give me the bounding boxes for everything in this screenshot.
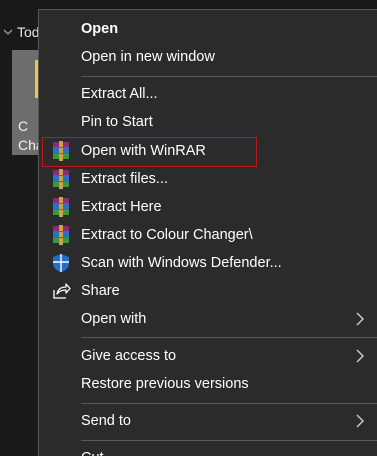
menu-item-label: Extract files...: [81, 171, 169, 187]
menu-item-label: Extract Here: [81, 199, 162, 215]
chevron-right-icon: [356, 349, 364, 363]
menu-item-extract-all[interactable]: Extract All...: [39, 80, 377, 108]
menu-separator: [81, 337, 377, 338]
menu-item-label: Cut: [81, 444, 104, 456]
menu-item-label: Restore previous versions: [81, 376, 249, 392]
menu-item-extract-here[interactable]: Extract Here: [39, 193, 377, 221]
chevron-down-icon[interactable]: [2, 26, 14, 38]
menu-item-open-new-window[interactable]: Open in new window: [39, 43, 377, 71]
menu-item-label: Share: [81, 283, 120, 299]
menu-item-label: Scan with Windows Defender...: [81, 255, 282, 271]
menu-item-give-access[interactable]: Give access to: [39, 342, 377, 370]
menu-item-share[interactable]: Share: [39, 277, 377, 305]
menu-item-label: Open in new window: [81, 49, 215, 65]
share-icon: [53, 283, 71, 299]
menu-item-label: Give access to: [81, 348, 177, 364]
menu-item-label: Pin to Start: [81, 114, 153, 130]
section-title: Tod: [17, 24, 40, 40]
menu-item-send-to[interactable]: Send to: [39, 407, 377, 435]
winrar-icon: [53, 169, 69, 189]
menu-item-label: Extract to Colour Changer\: [81, 227, 253, 243]
chevron-right-icon: [356, 312, 364, 326]
menu-item-label: Open with WinRAR: [81, 143, 206, 159]
menu-item-open-with-winrar[interactable]: Open with WinRAR: [39, 137, 377, 167]
menu-item-scan-defender[interactable]: Scan with Windows Defender...: [39, 249, 377, 277]
winrar-icon: [53, 225, 69, 245]
menu-item-label: Open with: [81, 311, 147, 327]
menu-separator: [81, 76, 377, 77]
menu-item-label: Extract All...: [81, 86, 158, 102]
menu-separator: [81, 403, 377, 404]
menu-item-label: Open: [81, 21, 119, 37]
menu-separator: [81, 440, 377, 441]
winrar-icon: [53, 141, 69, 161]
file-name-line-1: C: [18, 118, 29, 134]
context-menu: Open Open in new window Extract All... P…: [38, 9, 377, 456]
chevron-right-icon: [356, 414, 364, 428]
menu-item-pin-to-start[interactable]: Pin to Start: [39, 108, 377, 136]
menu-item-label: Send to: [81, 413, 131, 429]
menu-item-restore-previous[interactable]: Restore previous versions: [39, 370, 377, 398]
menu-item-open[interactable]: Open: [39, 15, 377, 43]
menu-item-open-with[interactable]: Open with: [39, 305, 377, 333]
windows-defender-icon: [53, 254, 69, 272]
menu-item-extract-files[interactable]: Extract files...: [39, 165, 377, 193]
menu-item-extract-to-folder[interactable]: Extract to Colour Changer\: [39, 221, 377, 249]
menu-item-cut[interactable]: Cut: [39, 444, 377, 456]
winrar-icon: [53, 197, 69, 217]
